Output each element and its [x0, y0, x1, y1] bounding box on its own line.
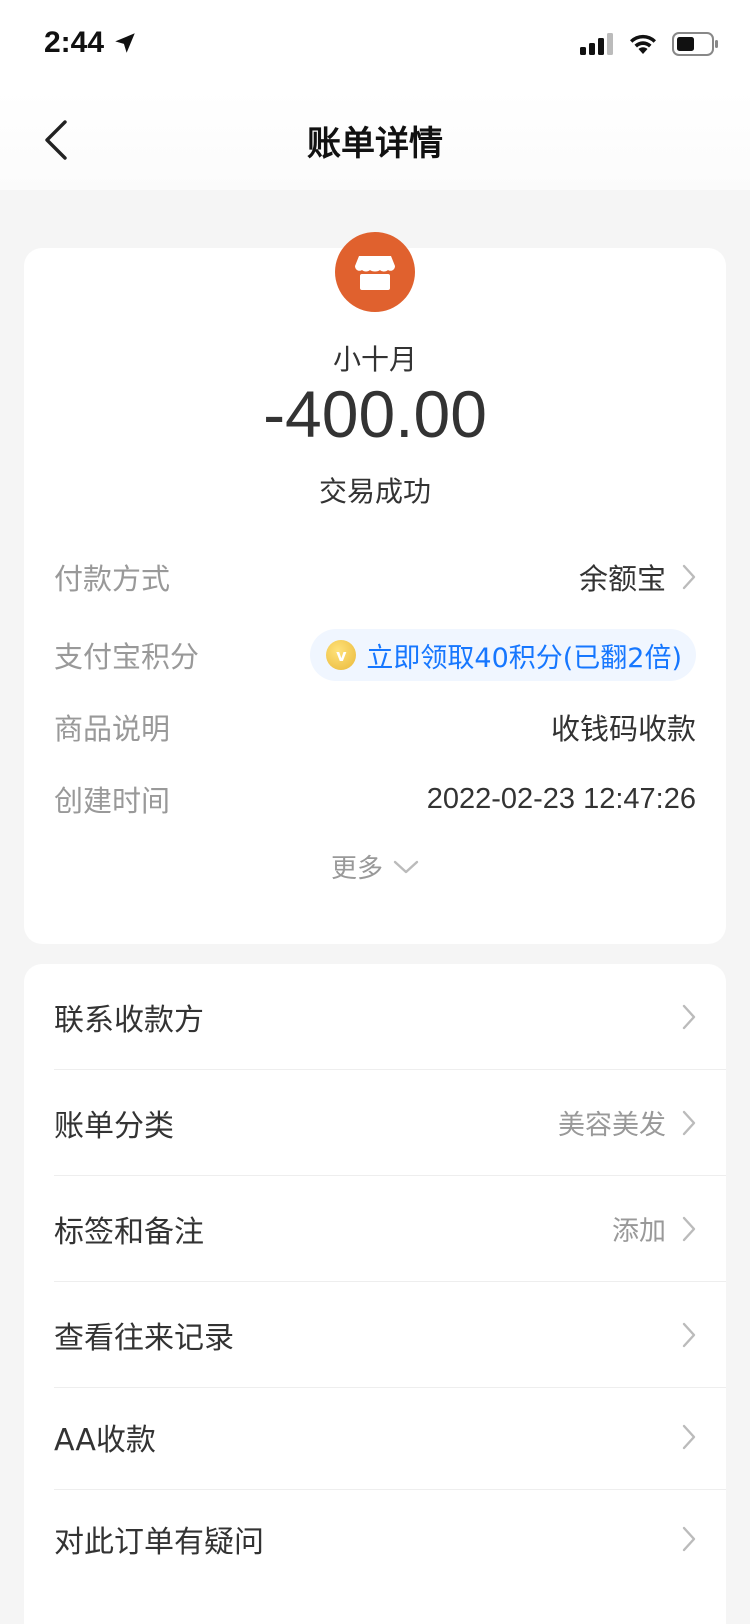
points-label: 支付宝积分: [54, 640, 200, 674]
created-time-label: 创建时间: [54, 784, 171, 818]
cellular-signal-icon: [580, 33, 613, 55]
status-time: 2:44: [44, 26, 138, 60]
bill-actions-card: 联系收款方 账单分类 美容美发 标签和备注 添加 查看往来记录 AA收款 对此订…: [24, 964, 726, 1624]
action-value: 美容美发: [558, 1110, 666, 1141]
claim-points-text: 立即领取40积分(已翻2倍): [366, 642, 682, 674]
status-bar: 2:44: [0, 0, 750, 90]
page-title: 账单详情: [307, 124, 443, 164]
chevron-down-icon: [393, 860, 419, 873]
product-description-row: 商品说明 收钱码收款: [54, 702, 696, 752]
chevron-right-icon: [682, 1110, 696, 1135]
more-toggle[interactable]: 更多: [24, 848, 726, 885]
action-order-question[interactable]: 对此订单有疑问: [54, 1486, 726, 1592]
points-coin-icon: v: [326, 640, 357, 670]
merchant-name: 小十月: [332, 343, 417, 376]
action-right: [666, 1424, 696, 1450]
store-icon: [355, 256, 395, 290]
action-right: [666, 1526, 696, 1552]
claim-points-button[interactable]: v 立即领取40积分(已翻2倍): [310, 629, 696, 681]
points-row: 支付宝积分 v 立即领取40积分(已翻2倍): [54, 628, 696, 682]
status-indicators: [580, 32, 720, 56]
wifi-icon: [630, 34, 656, 54]
action-label: 账单分类: [54, 1108, 174, 1144]
chevron-right-icon: [682, 1322, 696, 1347]
transaction-amount: -400.00: [263, 377, 487, 451]
action-view-records[interactable]: 查看往来记录: [54, 1282, 726, 1388]
payment-method-label: 付款方式: [54, 562, 171, 596]
chevron-right-icon: [682, 1424, 696, 1449]
nav-bar: 账单详情: [0, 90, 750, 190]
action-value: 添加: [612, 1216, 666, 1247]
more-label: 更多: [330, 854, 383, 884]
action-right: [666, 1322, 696, 1348]
action-contact-payee[interactable]: 联系收款方: [54, 964, 726, 1070]
action-right: [666, 1004, 696, 1030]
bill-summary-card: 小十月 -400.00 交易成功 付款方式 余额宝 支付宝积分 v 立即领取40…: [24, 232, 726, 944]
location-arrow-icon: [115, 33, 135, 53]
transaction-status: 交易成功: [318, 475, 431, 508]
chevron-right-icon: [682, 1526, 696, 1552]
action-label: AA收款: [54, 1422, 156, 1458]
created-time-row: 创建时间 2022-02-23 12:47:26: [54, 774, 696, 824]
merchant-logo: [335, 232, 415, 312]
created-time-value: 2022-02-23 12:47:26: [426, 782, 696, 815]
product-description-value: 收钱码收款: [550, 712, 696, 746]
action-right: 添加: [612, 1209, 696, 1248]
action-aa-collect[interactable]: AA收款: [54, 1384, 726, 1490]
payment-method-row[interactable]: 付款方式 余额宝: [54, 552, 696, 602]
chevron-right-icon: [682, 1004, 696, 1029]
status-time-text: 2:44: [44, 26, 105, 59]
action-label: 对此订单有疑问: [54, 1525, 264, 1560]
product-description-label: 商品说明: [54, 712, 171, 746]
battery-icon: [672, 32, 718, 56]
payment-method-value: 余额宝: [578, 562, 666, 596]
action-label: 联系收款方: [54, 1002, 204, 1038]
chevron-right-icon: [682, 564, 696, 590]
action-label: 标签和备注: [54, 1214, 204, 1250]
action-tags-notes[interactable]: 标签和备注 添加: [54, 1176, 726, 1282]
chevron-right-icon: [682, 1216, 696, 1241]
action-bill-category[interactable]: 账单分类 美容美发: [54, 1070, 726, 1176]
action-right: 美容美发: [558, 1103, 696, 1142]
action-label: 查看往来记录: [54, 1320, 234, 1356]
payment-method-value-group: 余额宝: [579, 556, 696, 598]
